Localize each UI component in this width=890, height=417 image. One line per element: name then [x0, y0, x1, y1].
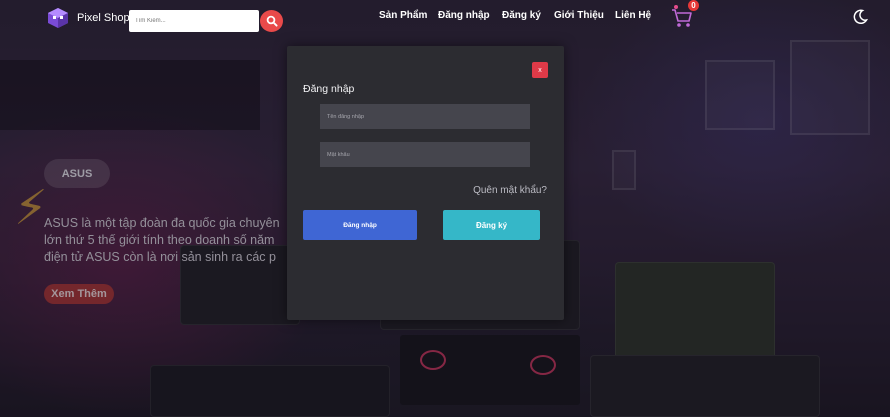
modal-title: Đăng nhập: [303, 83, 355, 95]
nav-about[interactable]: Giới Thiệu: [554, 10, 604, 21]
close-button[interactable]: x: [532, 62, 548, 78]
brand-name: Pixel Shop: [77, 12, 130, 24]
nav-login[interactable]: Đăng nhập: [438, 10, 490, 21]
cart-count-badge: 0: [688, 0, 699, 11]
nav-products[interactable]: Sản Phẩm: [379, 10, 427, 21]
brand[interactable]: Pixel Shop: [47, 7, 130, 29]
username-field[interactable]: [320, 104, 530, 129]
search-bar: [129, 10, 283, 32]
search-icon: [266, 15, 278, 27]
nav-register[interactable]: Đăng ký: [502, 10, 541, 21]
moon-icon[interactable]: [852, 9, 868, 25]
login-button[interactable]: Đăng nhập: [303, 210, 417, 240]
forgot-password-link[interactable]: Quên mật khẩu?: [473, 185, 547, 196]
search-button[interactable]: [260, 10, 283, 32]
register-button[interactable]: Đăng ký: [443, 210, 540, 240]
search-input[interactable]: [129, 10, 259, 32]
login-modal: x Đăng nhập Quên mật khẩu? Đăng nhập Đăn…: [287, 46, 564, 320]
nav-contact[interactable]: Liên Hệ: [615, 10, 651, 21]
cube-logo-icon: [48, 8, 68, 28]
navbar: Pixel Shop Sản Phẩm Đăng nhập Đăng ký Gi…: [0, 0, 890, 38]
password-field[interactable]: [320, 142, 530, 167]
